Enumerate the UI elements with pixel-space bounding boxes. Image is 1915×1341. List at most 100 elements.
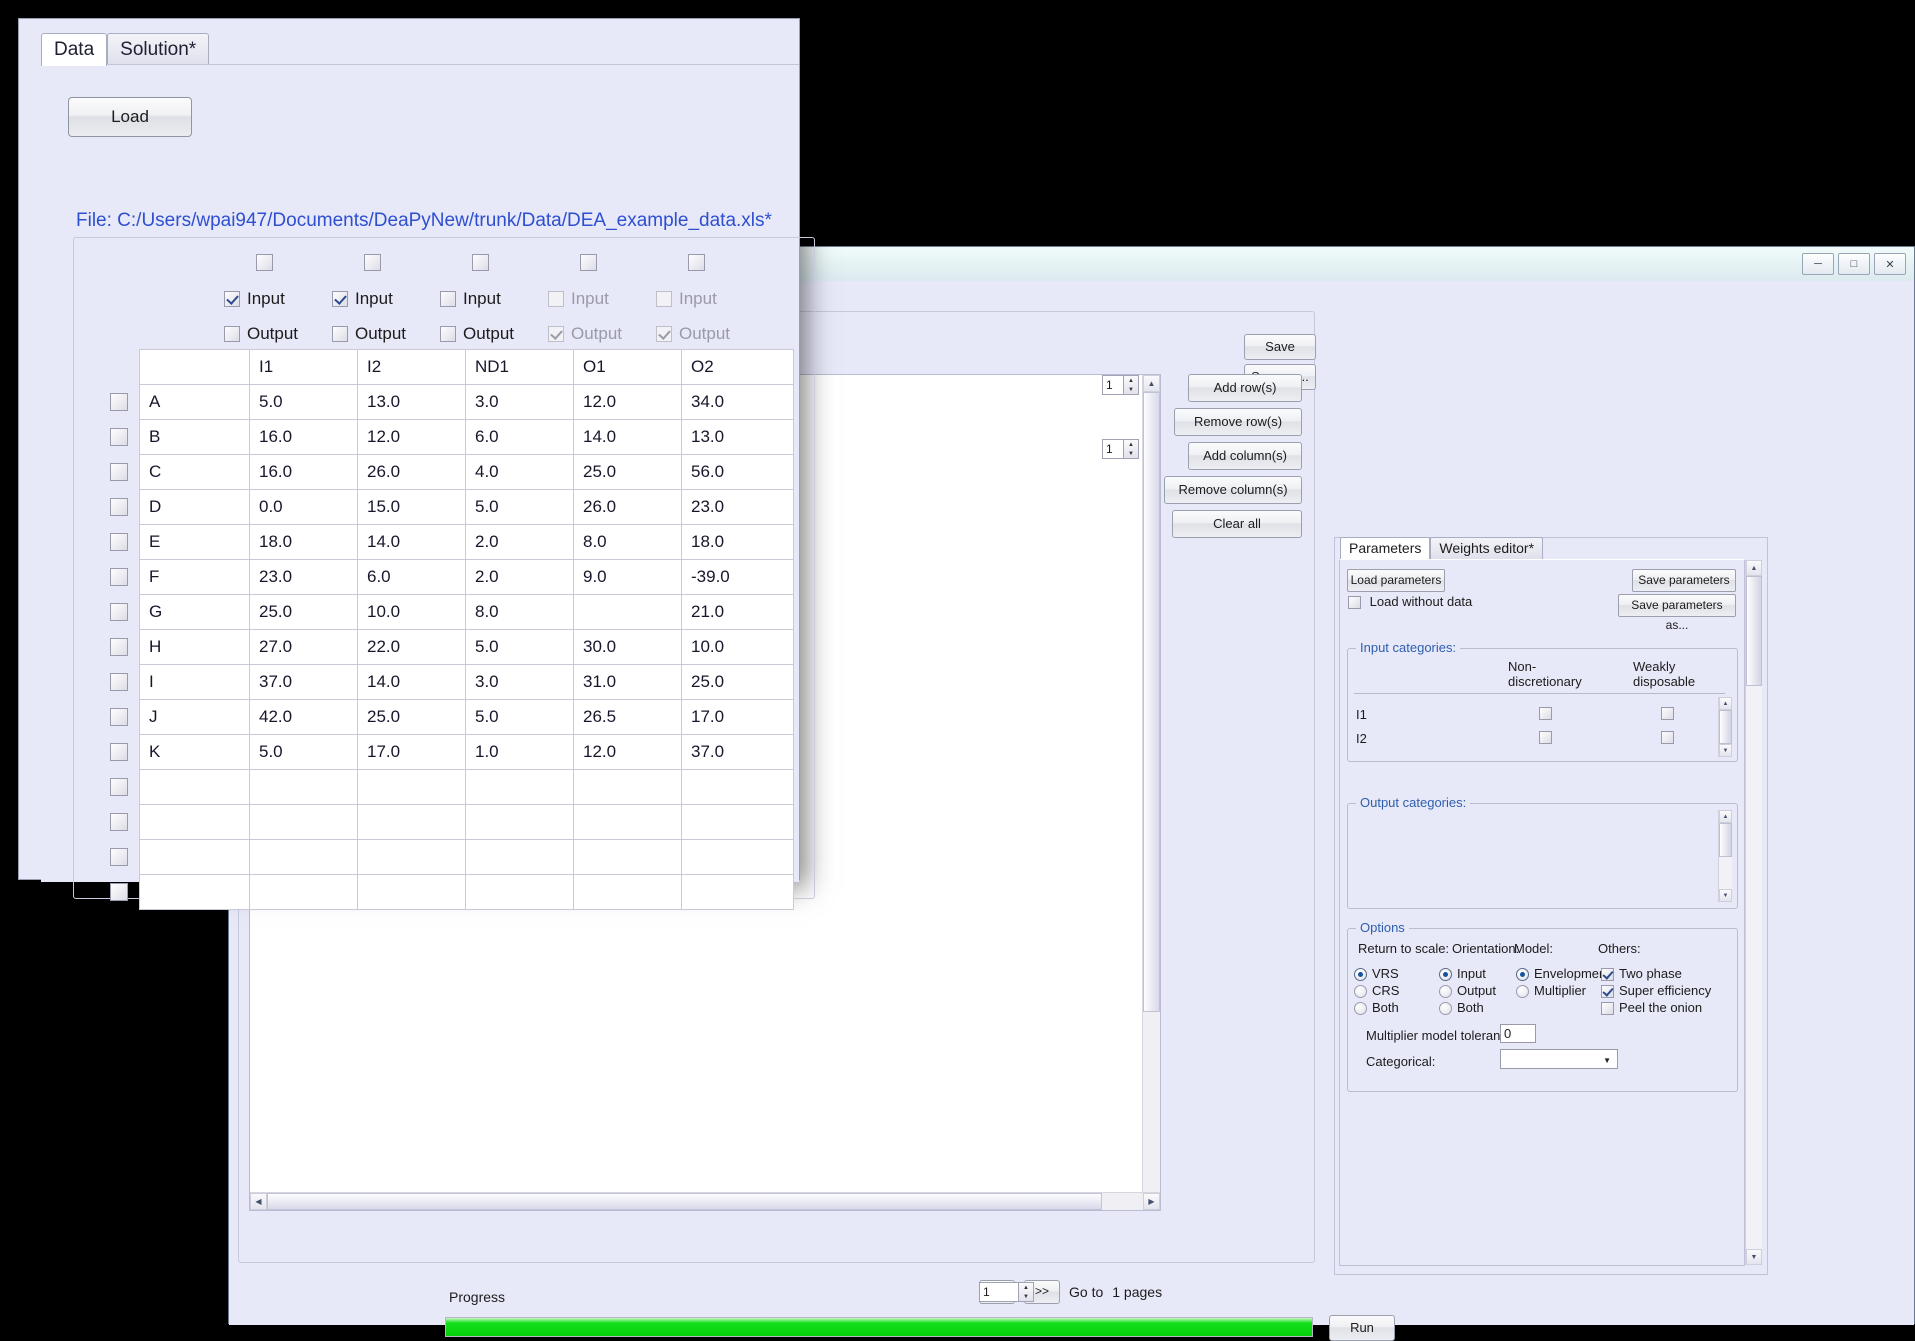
output-toggle-i2[interactable]: Output: [332, 324, 406, 344]
data-cell[interactable]: 3.0: [465, 664, 574, 700]
scroll-left-icon[interactable]: ◀: [250, 1193, 267, 1210]
page-spinner[interactable]: 1 ▲ ▼: [979, 1282, 1034, 1302]
categorical-select[interactable]: ▼: [1500, 1049, 1618, 1069]
row-select-checkbox[interactable]: [110, 428, 128, 446]
page-input[interactable]: 1: [979, 1282, 1019, 1302]
i2-weakly-disposable-checkbox[interactable]: [1661, 731, 1674, 744]
data-cell[interactable]: 25.0: [681, 664, 794, 700]
data-cell[interactable]: 30.0: [573, 629, 682, 665]
column-select-checkbox-o1[interactable]: [580, 254, 597, 271]
data-cell[interactable]: 27.0: [249, 629, 358, 665]
radio-rts-both[interactable]: Both: [1354, 1000, 1399, 1016]
row-select-checkbox[interactable]: [110, 778, 128, 796]
data-cell[interactable]: 5.0: [249, 384, 358, 420]
load-button[interactable]: Load: [68, 97, 192, 137]
radio-crs[interactable]: CRS: [1354, 983, 1399, 999]
data-cell[interactable]: [357, 874, 466, 910]
row-select-checkbox[interactable]: [110, 708, 128, 726]
data-cell[interactable]: 8.0: [573, 524, 682, 560]
radio-multiplier[interactable]: Multiplier: [1516, 983, 1586, 999]
data-cell[interactable]: 13.0: [357, 384, 466, 420]
two-phase-checkbox[interactable]: [1601, 968, 1614, 982]
column-select-checkbox-i2[interactable]: [364, 254, 381, 271]
table-row[interactable]: E 18.0 14.0 2.0 8.0 18.0: [139, 524, 794, 560]
data-cell[interactable]: 26.0: [357, 454, 466, 490]
row-name-cell[interactable]: K: [139, 734, 250, 770]
scroll-down-icon[interactable]: ▼: [1746, 1249, 1762, 1265]
scroll-thumb[interactable]: [1719, 823, 1732, 857]
data-cell[interactable]: 17.0: [681, 699, 794, 735]
output-toggle-i1[interactable]: Output: [224, 324, 298, 344]
data-cell[interactable]: 42.0: [249, 699, 358, 735]
output-categories-scrollbar[interactable]: ▲ ▼: [1718, 810, 1732, 902]
run-button[interactable]: Run: [1329, 1315, 1395, 1341]
data-cell[interactable]: 26.5: [573, 699, 682, 735]
scroll-thumb[interactable]: [267, 1193, 1102, 1210]
scroll-thumb[interactable]: [1719, 710, 1732, 744]
data-cell[interactable]: 26.0: [573, 489, 682, 525]
scroll-right-icon[interactable]: ▶: [1143, 1193, 1160, 1210]
data-cell[interactable]: -39.0: [681, 559, 794, 595]
checkbox-two-phase[interactable]: Two phase: [1601, 966, 1682, 982]
row-select-checkbox[interactable]: [110, 568, 128, 586]
minimize-icon[interactable]: ─: [1802, 253, 1834, 275]
i1-weakly-disposable-checkbox[interactable]: [1661, 707, 1674, 720]
data-cell[interactable]: 15.0: [357, 489, 466, 525]
parameters-scrollbar[interactable]: ▲ ▼: [1745, 560, 1762, 1265]
add-columns-spinner-arrows[interactable]: ▲ ▼: [1124, 439, 1139, 459]
data-cell[interactable]: [357, 769, 466, 805]
add-columns-spinner[interactable]: 1 ▲ ▼: [1102, 439, 1139, 459]
data-cell[interactable]: 37.0: [681, 734, 794, 770]
data-table[interactable]: I1 I2 ND1 O1 O2 A 5.0 13.0 3.0 12.0 34.0 B 16.0 12.0 6…: [139, 349, 794, 910]
add-rows-spinner-value[interactable]: 1: [1102, 375, 1124, 395]
i1-non-discretionary-checkbox[interactable]: [1539, 707, 1552, 720]
data-cell[interactable]: 0.0: [249, 489, 358, 525]
save-button[interactable]: Save: [1244, 334, 1316, 360]
row-name-cell[interactable]: F: [139, 559, 250, 595]
crs-radio[interactable]: [1354, 985, 1367, 999]
i2-non-discretionary-checkbox[interactable]: [1539, 731, 1552, 744]
data-cell[interactable]: [681, 839, 794, 875]
data-cell[interactable]: [357, 839, 466, 875]
row-name-cell[interactable]: A: [139, 384, 250, 420]
row-name-cell[interactable]: D: [139, 489, 250, 525]
row-name-cell[interactable]: C: [139, 454, 250, 490]
column-select-checkbox-nd1[interactable]: [472, 254, 489, 271]
data-cell[interactable]: 21.0: [681, 594, 794, 630]
data-cell[interactable]: 8.0: [465, 594, 574, 630]
rts-both-radio[interactable]: [1354, 1002, 1367, 1016]
table-row[interactable]: B 16.0 12.0 6.0 14.0 13.0: [139, 419, 794, 455]
row-name-cell[interactable]: B: [139, 419, 250, 455]
save-parameters-as-button[interactable]: Save parameters as...: [1618, 594, 1736, 632]
table-row[interactable]: H 27.0 22.0 5.0 30.0 10.0: [139, 629, 794, 665]
table-row[interactable]: K 5.0 17.0 1.0 12.0 37.0: [139, 734, 794, 770]
output-checkbox-i1[interactable]: [224, 326, 240, 342]
scroll-down-icon[interactable]: ▼: [1719, 744, 1732, 757]
vrs-radio[interactable]: [1354, 968, 1367, 982]
row-select-checkbox[interactable]: [110, 848, 128, 866]
scroll-up-icon[interactable]: ▲: [1746, 560, 1762, 576]
row-name-cell[interactable]: H: [139, 629, 250, 665]
table-row[interactable]: A 5.0 13.0 3.0 12.0 34.0: [139, 384, 794, 420]
radio-envelopment[interactable]: Envelopment: [1516, 966, 1610, 982]
data-cell[interactable]: [573, 769, 682, 805]
orientation-output-radio[interactable]: [1439, 985, 1452, 999]
row-select-checkbox[interactable]: [110, 533, 128, 551]
tab-weights-editor[interactable]: Weights editor*: [1430, 537, 1544, 559]
data-cell[interactable]: 37.0: [249, 664, 358, 700]
row-name-cell[interactable]: [139, 874, 250, 910]
radio-orientation-both[interactable]: Both: [1439, 1000, 1484, 1016]
row-select-checkbox[interactable]: [110, 673, 128, 691]
data-cell[interactable]: [573, 594, 682, 630]
data-cell[interactable]: [573, 839, 682, 875]
data-cell[interactable]: 5.0: [465, 489, 574, 525]
data-cell[interactable]: 17.0: [357, 734, 466, 770]
data-cell[interactable]: 2.0: [465, 524, 574, 560]
remove-columns-button[interactable]: Remove column(s): [1164, 476, 1302, 504]
data-cell[interactable]: 13.0: [681, 419, 794, 455]
tab-solution[interactable]: Solution*: [107, 33, 210, 66]
input-categories-list[interactable]: I1 I2 ▲ ▼: [1353, 697, 1732, 757]
data-cell[interactable]: 56.0: [681, 454, 794, 490]
row-select-checkbox[interactable]: [110, 638, 128, 656]
data-cell[interactable]: 12.0: [573, 734, 682, 770]
